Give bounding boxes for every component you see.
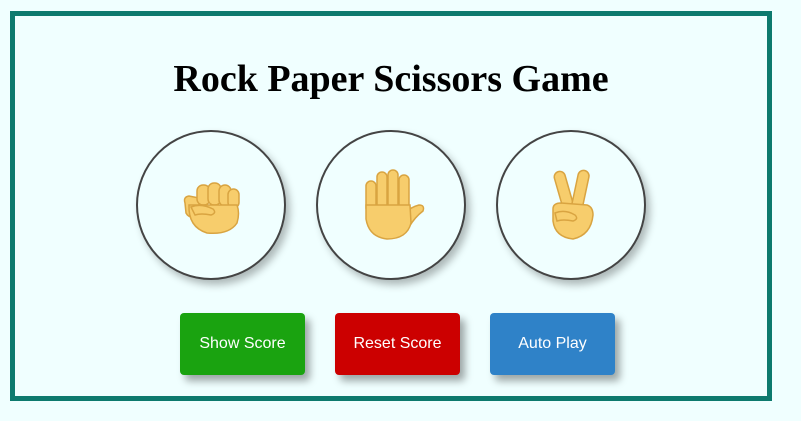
paper-hand-icon	[365, 169, 425, 240]
rock-button[interactable]	[136, 130, 286, 280]
scissors-button[interactable]	[496, 130, 646, 280]
paper-button[interactable]	[316, 130, 466, 280]
show-score-button[interactable]: Show Score	[180, 313, 305, 375]
game-title: Rock Paper Scissors Game	[173, 58, 609, 100]
scissors-victory-hand-icon	[552, 169, 594, 240]
game-container: Rock Paper Scissors Game Show Score Rese…	[10, 11, 772, 401]
reset-score-button[interactable]: Reset Score	[335, 313, 460, 375]
rock-fist-icon	[183, 182, 240, 235]
auto-play-button[interactable]: Auto Play	[490, 313, 615, 375]
